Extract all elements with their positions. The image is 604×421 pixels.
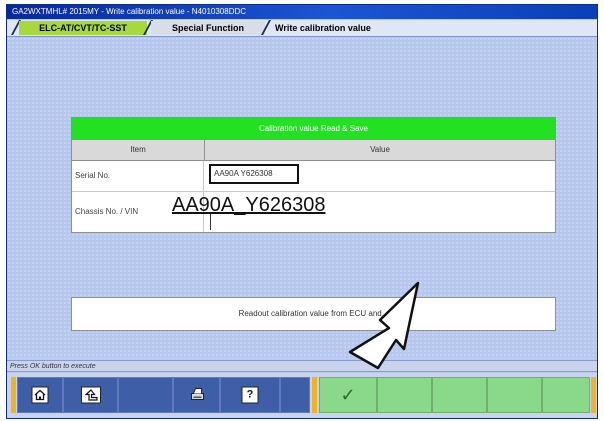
function-key-toolbar: ? ✓ xyxy=(7,373,597,418)
vin-value[interactable]: AA90A_Y626308 xyxy=(172,194,325,217)
back-icon xyxy=(80,386,101,404)
empty-function-key[interactable] xyxy=(377,377,432,413)
calibration-table: Calibration value Read & Save Item Value… xyxy=(71,117,556,233)
empty-function-key[interactable] xyxy=(432,377,487,413)
help-icon: ? xyxy=(241,386,259,404)
back-button[interactable] xyxy=(63,377,118,413)
row-label-serial: Serial No. xyxy=(72,161,204,191)
home-button[interactable] xyxy=(17,377,63,413)
tab-elc-at-cvt[interactable]: ELC-AT/CVT/TC-SST xyxy=(19,21,147,35)
empty-function-key[interactable] xyxy=(542,377,590,413)
serial-number-value[interactable]: AA90A Y626308 xyxy=(209,164,299,184)
application-window: GA2WXTMHL# 2015MY - Write calibration va… xyxy=(6,4,598,419)
empty-function-key[interactable] xyxy=(118,377,173,413)
checkmark-icon: ✓ xyxy=(340,385,356,405)
column-header-value: Value xyxy=(370,145,390,154)
row-value-cell: AA90A Y626308 xyxy=(204,161,555,191)
print-icon xyxy=(188,387,205,404)
print-button[interactable] xyxy=(173,377,220,413)
table-row-vin[interactable]: Chassis No. / VIN AA90A_Y626308 xyxy=(72,192,555,232)
tab-write-calibration-value[interactable]: Write calibration value xyxy=(269,21,385,35)
status-bar: Press OK button to execute xyxy=(7,360,597,372)
column-header-item: Item xyxy=(72,140,205,160)
table-row-serial[interactable]: Serial No. AA90A Y626308 xyxy=(72,161,555,192)
instruction-message: Readout calibration value from ECU and..… xyxy=(71,297,556,331)
ok-button[interactable]: ✓ xyxy=(319,377,377,413)
window-title: GA2WXTMHL# 2015MY - Write calibration va… xyxy=(7,5,597,19)
table-title: Calibration value Read & Save xyxy=(72,118,555,140)
empty-function-key[interactable] xyxy=(280,377,310,413)
text-cursor xyxy=(210,214,211,230)
main-content: Calibration value Read & Save Item Value… xyxy=(7,37,597,359)
tab-special-function[interactable]: Special Function xyxy=(151,21,265,35)
toolbar-accent xyxy=(11,377,16,413)
breadcrumb-tabs: ELC-AT/CVT/TC-SST Special Function Write… xyxy=(7,20,597,37)
help-button[interactable]: ? xyxy=(220,377,280,413)
toolbar-accent xyxy=(312,377,317,413)
row-value-cell: AA90A_Y626308 xyxy=(172,192,555,232)
home-icon xyxy=(31,386,49,404)
toolbar-accent xyxy=(591,377,596,413)
empty-function-key[interactable] xyxy=(487,377,542,413)
table-column-headers: Item Value xyxy=(72,140,555,161)
